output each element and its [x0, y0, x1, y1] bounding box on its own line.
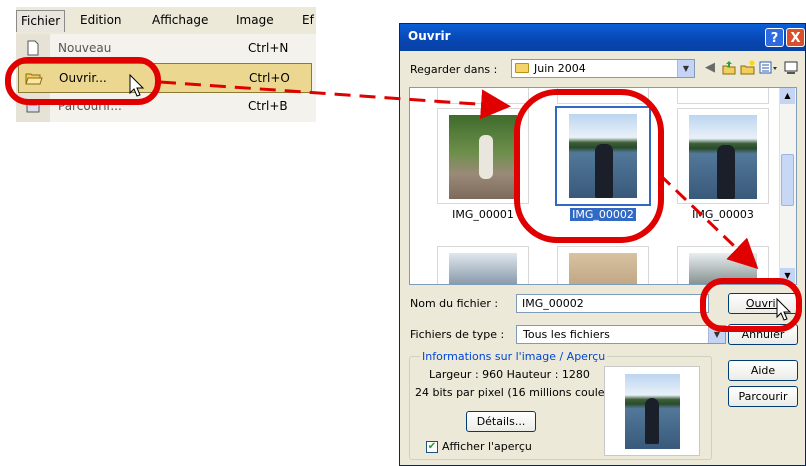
file-type-label: Fichiers de type :	[410, 328, 505, 341]
menu-item-shortcut: Ctrl+B	[248, 99, 288, 113]
help-title-button[interactable]: ?	[765, 28, 784, 47]
menu-item-parcourir[interactable]: Parcourir... Ctrl+B	[16, 92, 316, 120]
thumbnail-partial[interactable]	[557, 88, 649, 104]
desktop-icon[interactable]	[783, 60, 799, 76]
back-icon[interactable]: ◀	[702, 60, 718, 76]
menu-item-shortcut: Ctrl+O	[249, 71, 290, 85]
thumbnail-partial[interactable]	[557, 246, 649, 284]
file-name-text: IMG_00002	[570, 208, 636, 221]
photo-figure	[595, 144, 613, 198]
cancel-button[interactable]: Annuler	[728, 324, 798, 345]
file-type-value: Tous les fichiers	[523, 328, 610, 341]
thumbnail-partial[interactable]	[437, 246, 529, 284]
menu-image-label: Image	[236, 13, 274, 27]
look-in-select[interactable]: Juin 2004 ▼	[511, 59, 695, 78]
view-menu-icon[interactable]	[759, 60, 779, 76]
menu-bar: Fichier Edition Affichage Image Ef	[16, 7, 316, 35]
file-name-text: IMG_00001	[452, 208, 514, 221]
preview-photo	[625, 374, 680, 449]
menu-item-label: Parcourir...	[58, 99, 122, 113]
file-name-label[interactable]: IMG_00001	[437, 208, 529, 221]
chevron-down-icon[interactable]: ▼	[677, 60, 694, 77]
thumbnail-img-00001[interactable]	[437, 108, 529, 204]
menu-item-label: Ouvrir...	[59, 71, 107, 85]
preview-checkbox-label[interactable]: Afficher l'aperçu	[442, 440, 532, 453]
new-file-icon	[27, 40, 39, 56]
chevron-down-icon[interactable]: ▼	[708, 326, 725, 343]
browse-icon	[26, 99, 40, 113]
file-type-select[interactable]: Tous les fichiers ▼	[516, 325, 726, 344]
menu-item-ouvrir[interactable]: Ouvrir... Ctrl+O	[18, 63, 312, 93]
cancel-button-label: Annuler	[741, 328, 785, 341]
title-bar: Ouvrir ? X	[400, 24, 805, 51]
open-dialog: Ouvrir ? X Regarder dans : Juin 2004 ▼ ◀…	[399, 23, 806, 466]
thumbnail-partial[interactable]	[677, 246, 769, 284]
image-info-group: Informations sur l'image / Aperçu Largeu…	[409, 350, 712, 460]
dialog-title: Ouvrir	[408, 29, 451, 43]
menu-affichage[interactable]: Affichage	[148, 10, 212, 30]
details-button-label: Détails...	[476, 415, 526, 428]
menu-edition[interactable]: Edition	[76, 10, 126, 30]
details-button[interactable]: Détails...	[466, 411, 536, 432]
photo-image	[569, 253, 637, 284]
thumbnail-partial[interactable]	[437, 88, 529, 104]
menu-image[interactable]: Image	[232, 10, 278, 30]
photo-image	[689, 253, 757, 284]
file-thumbnail-list[interactable]: IMG_00001 IMG_00002 IMG_00003 ▲ ▼	[409, 87, 797, 285]
image-dimensions: Largeur : 960 Hauteur : 1280	[429, 368, 590, 381]
file-name-text: IMG_00003	[692, 208, 754, 221]
menu-effets[interactable]: Ef	[298, 10, 316, 30]
scroll-down-icon[interactable]: ▼	[780, 268, 795, 284]
photo-image	[449, 115, 517, 199]
thumbnail-img-00003[interactable]	[677, 108, 769, 204]
file-name-input[interactable]: IMG_00002	[516, 294, 709, 313]
menu-item-shortcut: Ctrl+N	[248, 41, 289, 55]
look-in-label: Regarder dans :	[410, 63, 498, 76]
help-button-label: Aide	[750, 364, 776, 377]
open-button[interactable]: Ouvrir	[728, 293, 798, 314]
file-name-field-label: Nom du fichier :	[410, 297, 499, 310]
new-folder-icon[interactable]	[740, 60, 756, 76]
photo-image	[689, 115, 757, 199]
file-name-label[interactable]: IMG_00003	[677, 208, 769, 221]
folder-icon	[515, 63, 529, 73]
fichier-dropdown: Nouveau Ctrl+N Ouvrir... Ctrl+O Parcouri…	[16, 34, 316, 122]
menu-fichier-label: Fichier	[21, 14, 61, 28]
help-glyph: ?	[770, 31, 779, 46]
menu-item-nouveau[interactable]: Nouveau Ctrl+N	[16, 34, 316, 62]
menu-affichage-label: Affichage	[152, 13, 209, 27]
browse-button[interactable]: Parcourir	[728, 386, 798, 407]
photo-figure	[717, 145, 735, 199]
scroll-up-icon[interactable]: ▲	[780, 88, 795, 104]
menu-item-label: Nouveau	[58, 41, 112, 55]
photo-image	[569, 114, 637, 198]
thumbnail-img-00002[interactable]	[555, 106, 651, 206]
close-icon: X	[790, 31, 801, 46]
photo-figure	[479, 135, 493, 179]
file-name-label-selected[interactable]: IMG_00002	[557, 208, 649, 221]
menu-edition-label: Edition	[80, 13, 122, 27]
scroll-thumb[interactable]	[781, 154, 794, 206]
photo-image	[449, 253, 517, 284]
file-menu-snippet: Fichier Edition Affichage Image Ef Nouve…	[16, 7, 316, 122]
preview-checkbox[interactable]: ✔	[426, 441, 438, 453]
info-group-legend: Informations sur l'image / Aperçu	[420, 350, 608, 363]
menu-effets-label: Ef	[302, 13, 314, 27]
image-bit-depth: 24 bits par pixel (16 millions couleurs)	[415, 386, 627, 399]
look-in-value: Juin 2004	[534, 62, 586, 75]
browse-button-label: Parcourir	[738, 390, 788, 403]
close-button[interactable]: X	[786, 28, 805, 47]
photo-figure	[645, 398, 659, 444]
menu-fichier[interactable]: Fichier	[16, 10, 66, 32]
open-folder-icon	[25, 73, 43, 85]
vertical-scrollbar[interactable]: ▲ ▼	[779, 88, 796, 284]
open-button-label: Ouvrir	[745, 297, 781, 310]
image-preview	[604, 366, 700, 456]
help-button[interactable]: Aide	[728, 360, 798, 381]
up-folder-icon[interactable]	[721, 60, 737, 76]
thumbnail-partial[interactable]	[677, 88, 769, 104]
